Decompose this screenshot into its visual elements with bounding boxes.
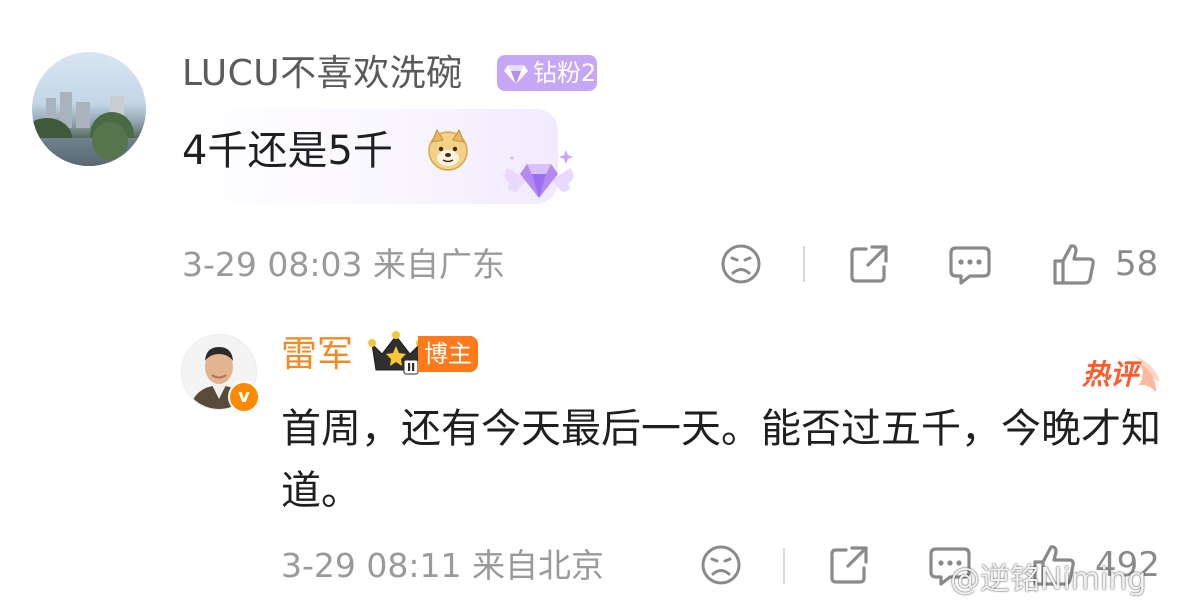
sad-face-icon[interactable] — [700, 544, 742, 586]
sad-face-icon[interactable] — [720, 243, 762, 285]
reply-user-name[interactable]: 雷军 — [281, 333, 353, 377]
doge-emoji-icon — [428, 128, 468, 171]
diamond-icon — [504, 65, 528, 84]
fan-badge-label: 钻粉2 — [533, 59, 597, 87]
share-icon[interactable] — [848, 243, 890, 285]
comment-user-name[interactable]: LUCU不喜欢洗碗 — [182, 52, 463, 96]
diamond-fan-decoration-icon — [504, 150, 574, 198]
share-icon[interactable] — [828, 544, 870, 586]
comment-text: 4千还是5千 — [182, 128, 393, 174]
verified-v-icon: v — [228, 381, 260, 413]
comment-icon[interactable] — [948, 243, 992, 287]
like-icon[interactable] — [1052, 242, 1096, 286]
action-divider — [803, 246, 805, 282]
like-count: 58 — [1115, 244, 1159, 284]
comment-time-location: 3-29 08:03 来自广东 — [182, 245, 505, 284]
fan-level-badge[interactable]: 钻粉2 — [497, 55, 597, 91]
hot-comment-label: 热评 — [1082, 358, 1139, 391]
reply-time-location: 3-29 08:11 来自北京 — [281, 546, 604, 585]
reply-text: 首周，还有今天最后一天。能否过五千，今晚才知道。 — [281, 406, 1161, 514]
crown-icon — [368, 331, 424, 375]
user-avatar[interactable] — [32, 52, 146, 166]
watermark: @逆铭Niming — [950, 562, 1147, 597]
host-badge: 博主 — [418, 336, 478, 372]
action-divider — [783, 548, 785, 584]
hot-comment-badge: 热评 — [1082, 352, 1162, 398]
